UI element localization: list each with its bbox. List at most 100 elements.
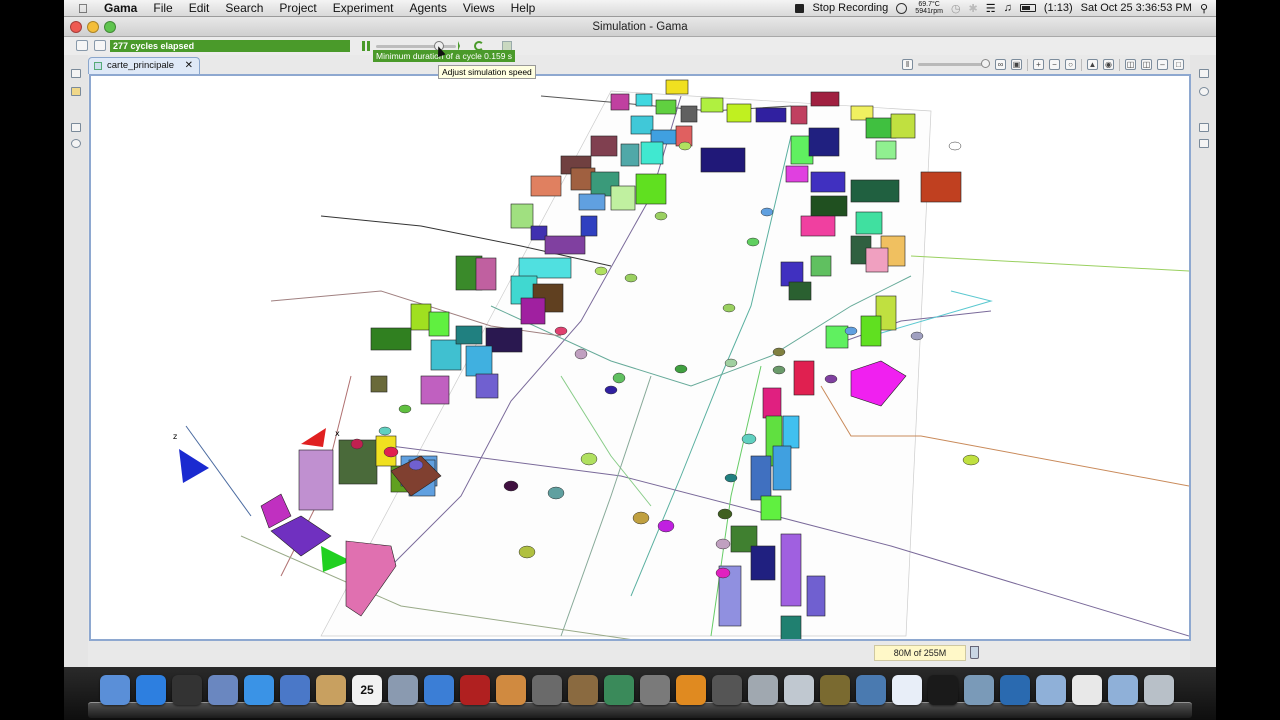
- address-book-icon[interactable]: [316, 675, 346, 705]
- close-window-button[interactable]: [70, 21, 82, 33]
- camera-icon[interactable]: [712, 675, 742, 705]
- split-icon[interactable]: ◫: [1141, 59, 1152, 70]
- menu-app-name[interactable]: Gama: [96, 0, 145, 17]
- menu-help[interactable]: Help: [503, 0, 544, 17]
- display-icon: [94, 62, 102, 70]
- virtualbox-icon[interactable]: [856, 675, 886, 705]
- mail-stamp-icon[interactable]: [208, 675, 238, 705]
- snapshot-icon[interactable]: ▣: [1011, 59, 1022, 70]
- monitor-icon[interactable]: [748, 675, 778, 705]
- restore-icon-2[interactable]: [71, 123, 81, 132]
- layers-icon[interactable]: ▲: [1087, 59, 1098, 70]
- fan-icon: [896, 2, 908, 14]
- volume-icon[interactable]: ♫: [1004, 2, 1012, 14]
- downloads-folder-icon[interactable]: [1108, 675, 1138, 705]
- zoom-window-button[interactable]: [104, 21, 116, 33]
- preview-icon[interactable]: [784, 675, 814, 705]
- tab-label: carte_principale: [107, 60, 175, 71]
- city-3d-scene[interactable]: z x: [91, 76, 1189, 639]
- clock[interactable]: Sat Oct 25 3:36:53 PM: [1081, 2, 1192, 14]
- document-icon[interactable]: [1072, 675, 1102, 705]
- console-view-icon[interactable]: [76, 40, 88, 51]
- edit-icon[interactable]: [94, 40, 106, 51]
- display-slider[interactable]: [918, 59, 990, 68]
- menu-agents[interactable]: Agents: [401, 0, 454, 17]
- battery-icon[interactable]: [1019, 4, 1036, 12]
- wifi-icon[interactable]: ☴: [986, 2, 996, 15]
- z-axis-arrow: [179, 449, 209, 483]
- simulation-3d-display[interactable]: z x: [89, 74, 1191, 641]
- calendar-icon[interactable]: 25: [352, 675, 382, 705]
- simulation-speed-slider[interactable]: [376, 45, 456, 48]
- restore-icon[interactable]: [71, 69, 81, 78]
- menu-search[interactable]: Search: [217, 0, 271, 17]
- options-icon[interactable]: ◉: [1103, 59, 1114, 70]
- stop-recording-label[interactable]: Stop Recording: [812, 2, 888, 14]
- time-machine-menu-icon[interactable]: ◷: [951, 2, 961, 15]
- safari-icon[interactable]: [244, 675, 274, 705]
- zoom-out-icon[interactable]: −: [1049, 59, 1060, 70]
- app-store-icon[interactable]: [136, 675, 166, 705]
- editor-tab-row: carte_principale ✕ ‖ ∞ ▣ + − ○ ▲ ◉ ◫ ◫ –…: [88, 55, 1190, 74]
- folder-icon[interactable]: [71, 87, 81, 96]
- menu-edit[interactable]: Edit: [181, 0, 218, 17]
- restore-icon-right-2[interactable]: [1199, 123, 1209, 132]
- maximize-view-icon[interactable]: □: [1173, 59, 1184, 70]
- bluetooth-icon[interactable]: ✱: [969, 2, 978, 15]
- temperature-readout[interactable]: 69.7°C 5941rpm: [915, 1, 943, 15]
- close-tab-icon[interactable]: ✕: [185, 58, 193, 74]
- gama-window: Simulation - Gama 277 cycles elapsed Min…: [64, 17, 1216, 667]
- letterbox-right: [1216, 0, 1280, 720]
- menu-experiment[interactable]: Experiment: [325, 0, 402, 17]
- menu-views[interactable]: Views: [455, 0, 503, 17]
- facetime-icon[interactable]: [280, 675, 310, 705]
- minimize-view-icon[interactable]: –: [1157, 59, 1168, 70]
- globe-icon[interactable]: [892, 675, 922, 705]
- link-icon[interactable]: ∞: [995, 59, 1006, 70]
- imovie-icon[interactable]: [532, 675, 562, 705]
- gama-icon[interactable]: [820, 675, 850, 705]
- tile-icon[interactable]: ◫: [1125, 59, 1136, 70]
- time-machine-icon[interactable]: [604, 675, 634, 705]
- applications-folder-icon[interactable]: [1036, 675, 1066, 705]
- garageband-icon[interactable]: [568, 675, 598, 705]
- pause-display-icon[interactable]: ‖: [902, 59, 913, 70]
- restore-icon-right[interactable]: [1199, 69, 1209, 78]
- adjust-speed-tooltip: Adjust simulation speed: [438, 65, 536, 79]
- zoom-fit-icon[interactable]: ○: [1065, 59, 1076, 70]
- itunes-icon[interactable]: [424, 675, 454, 705]
- iphoto-icon[interactable]: [496, 675, 526, 705]
- dashboard-icon[interactable]: [172, 675, 202, 705]
- system-preferences-icon[interactable]: [640, 675, 670, 705]
- spotlight-icon[interactable]: ⚲: [1200, 2, 1208, 15]
- zoom-in-icon[interactable]: +: [1033, 59, 1044, 70]
- apple-menu-icon[interactable]: : [78, 1, 96, 16]
- temperature-line2: 5941rpm: [915, 8, 943, 15]
- sublime-icon[interactable]: [676, 675, 706, 705]
- z-axis-label: z: [173, 432, 177, 441]
- battery-time[interactable]: (1:13): [1044, 2, 1073, 14]
- tab-carte-principale[interactable]: carte_principale ✕: [88, 57, 200, 74]
- photo-booth-icon[interactable]: [460, 675, 490, 705]
- window-title: Simulation - Gama: [592, 21, 688, 33]
- terminal-icon[interactable]: [928, 675, 958, 705]
- menu-extras: Stop Recording 69.7°C 5941rpm ◷ ✱ ☴ ♫ (1…: [795, 1, 1216, 15]
- edit-pencil-icon[interactable]: [1199, 139, 1209, 148]
- network-icon[interactable]: [964, 675, 994, 705]
- menu-project[interactable]: Project: [271, 0, 324, 17]
- gear-icon[interactable]: [1199, 87, 1209, 96]
- finder-icon[interactable]: [100, 675, 130, 705]
- display-slider-knob[interactable]: [981, 59, 990, 68]
- photo-icon[interactable]: [388, 675, 418, 705]
- stop-recording-icon[interactable]: [795, 3, 805, 13]
- x-axis-arrow: [301, 428, 326, 447]
- minimize-window-button[interactable]: [87, 21, 99, 33]
- trash-icon[interactable]: [1144, 675, 1174, 705]
- comment-icon[interactable]: [71, 139, 81, 148]
- mac-menu-bar:  Gama File Edit Search Project Experime…: [64, 0, 1216, 17]
- quicktime-icon[interactable]: [1000, 675, 1030, 705]
- menu-file[interactable]: File: [145, 0, 180, 17]
- pause-icon[interactable]: [362, 41, 370, 51]
- garbage-collect-icon[interactable]: [970, 646, 979, 659]
- memory-indicator[interactable]: 80M of 255M: [874, 645, 966, 661]
